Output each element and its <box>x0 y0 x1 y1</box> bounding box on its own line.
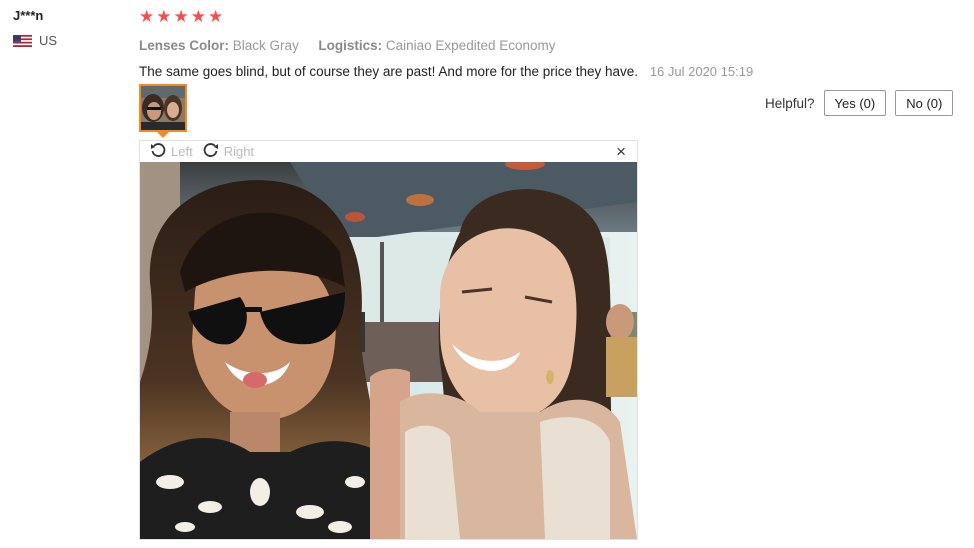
helpful-section: Helpful? Yes (0) No (0) <box>765 90 954 116</box>
review-text-row: The same goes blind, but of course they … <box>139 64 959 79</box>
rotate-left-label: Left <box>171 144 193 159</box>
star-icon: ★ <box>190 7 206 26</box>
close-icon[interactable]: × <box>616 142 626 162</box>
product-attributes: Lenses Color: Black Gray Logistics: Cain… <box>139 38 959 53</box>
star-icon: ★ <box>208 7 224 26</box>
reviewer-name: J***n <box>13 8 44 23</box>
star-icon: ★ <box>139 7 155 26</box>
star-rating: ★ ★ ★ ★ ★ <box>139 8 959 26</box>
rotate-right-button[interactable]: Right <box>203 142 254 161</box>
rotate-left-icon <box>150 142 171 161</box>
review-photo <box>140 162 637 539</box>
photo-viewer: Left Right × <box>139 140 638 540</box>
viewer-toolbar: Left Right × <box>140 141 637 162</box>
attr-value-lenses: Black Gray <box>232 38 299 53</box>
country-code: US <box>39 33 58 48</box>
attr-value-logistics: Cainiao Expedited Economy <box>385 38 556 53</box>
rotate-right-label: Right <box>223 144 255 159</box>
thumbnail-pointer <box>157 132 169 138</box>
reviewer-country: US <box>13 33 57 48</box>
star-icon: ★ <box>156 7 172 26</box>
helpful-label: Helpful? <box>765 95 815 111</box>
review-photo-thumbnail[interactable] <box>139 84 187 132</box>
helpful-no-button[interactable]: No (0) <box>895 90 954 116</box>
rotate-right-icon <box>203 142 224 161</box>
helpful-yes-button[interactable]: Yes (0) <box>823 90 887 116</box>
attr-label-logistics: Logistics: <box>318 38 383 53</box>
review-body: ★ ★ ★ ★ ★ Lenses Color: Black Gray Logis… <box>139 8 959 80</box>
attr-label-lenses: Lenses Color: <box>139 38 230 53</box>
reviewer-info: J***n US <box>13 8 57 48</box>
review-text: The same goes blind, but of course they … <box>139 64 639 79</box>
rotate-left-button[interactable]: Left <box>150 142 193 161</box>
us-flag-icon <box>13 34 32 47</box>
review-date: 16 Jul 2020 15:19 <box>649 64 754 79</box>
star-icon: ★ <box>173 7 189 26</box>
